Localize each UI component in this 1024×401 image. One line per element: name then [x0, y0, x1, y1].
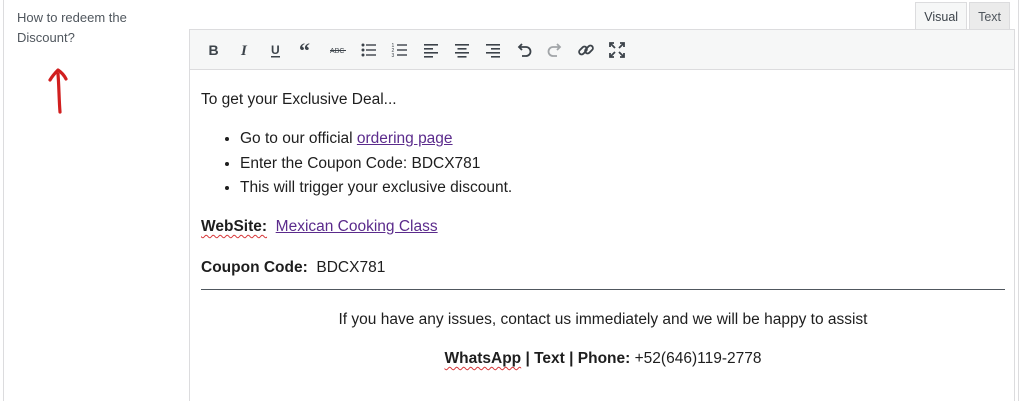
italic-icon: I: [240, 43, 248, 59]
coupon-value: BDCX781: [316, 259, 386, 276]
align-left-button[interactable]: [415, 36, 446, 64]
bulleted-list-button[interactable]: [353, 36, 384, 64]
fullscreen-button[interactable]: [601, 36, 632, 64]
blockquote-icon: “: [299, 41, 310, 59]
bulleted-list-icon: [361, 43, 376, 56]
redo-button[interactable]: [539, 36, 570, 64]
coupon-row: Coupon Code: BDCX781: [201, 256, 385, 280]
whatsapp-label: WhatsApp: [444, 350, 522, 367]
align-center-icon: [454, 43, 469, 58]
numbered-list-icon: 123: [391, 43, 407, 59]
align-right-button[interactable]: [477, 36, 508, 64]
list-item: Enter the Coupon Code: BDCX781: [240, 152, 512, 177]
ordering-page-link[interactable]: ordering page: [357, 130, 453, 147]
contact-text: If you have any issues, contact us immed…: [338, 311, 868, 328]
underline-button[interactable]: U: [260, 36, 291, 64]
strikethrough-icon: ABC: [329, 48, 346, 55]
list-item: Go to our official ordering page: [240, 127, 512, 152]
intro-text: To get your Exclusive Deal...: [201, 91, 397, 108]
rich-text-editor: B I U “ ABC 123 To get your Exclusive De…: [189, 29, 1015, 401]
bold-button[interactable]: B: [198, 36, 229, 64]
strikethrough-button[interactable]: ABC: [322, 36, 353, 64]
svg-text:“: “: [299, 41, 310, 59]
svg-text:ABC: ABC: [330, 48, 344, 55]
insert-link-button[interactable]: [570, 36, 601, 64]
align-right-icon: [485, 43, 500, 58]
list-item: This will trigger your exclusive discoun…: [240, 176, 512, 201]
numbered-list-button[interactable]: 123: [384, 36, 415, 64]
svg-text:U: U: [271, 43, 280, 57]
svg-text:B: B: [208, 42, 218, 58]
editor-mode-tabs: Visual Text: [915, 2, 1010, 31]
undo-button[interactable]: [508, 36, 539, 64]
admin-page: How to redeem the Discount? Visual Text …: [3, 0, 1019, 401]
bold-icon: B: [208, 42, 218, 58]
coupon-label: Coupon Code:: [201, 259, 308, 276]
undo-icon: [517, 42, 531, 57]
editor-toolbar: B I U “ ABC 123: [190, 30, 1014, 70]
website-link[interactable]: Mexican Cooking Class: [276, 218, 438, 235]
blockquote-button[interactable]: “: [291, 36, 322, 64]
website-row: WebSite: Mexican Cooking Class: [201, 215, 438, 239]
field-label: How to redeem the Discount?: [17, 10, 127, 45]
phone-number: +52(646)119-2778: [634, 350, 762, 367]
contact-methods: | Text | Phone:: [521, 350, 631, 367]
horizontal-rule: [201, 289, 1005, 290]
step-text: Go to our official: [240, 130, 357, 147]
fullscreen-icon: [608, 41, 625, 58]
align-center-button[interactable]: [446, 36, 477, 64]
underline-icon: U: [270, 43, 280, 57]
svg-text:3: 3: [391, 53, 394, 59]
tab-visual[interactable]: Visual: [915, 2, 968, 31]
tab-text[interactable]: Text: [969, 2, 1010, 31]
align-left-icon: [423, 43, 438, 58]
svg-text:I: I: [240, 43, 248, 59]
red-arrow-annotation: [48, 68, 68, 114]
italic-button[interactable]: I: [229, 36, 260, 64]
website-label: WebSite:: [201, 218, 268, 235]
redo-icon: [547, 42, 561, 57]
steps-list: Go to our official ordering page Enter t…: [218, 127, 512, 201]
contact-line: WhatsApp | Text | Phone: +52(646)119-277…: [190, 347, 1016, 371]
insert-link-icon: [577, 44, 594, 55]
